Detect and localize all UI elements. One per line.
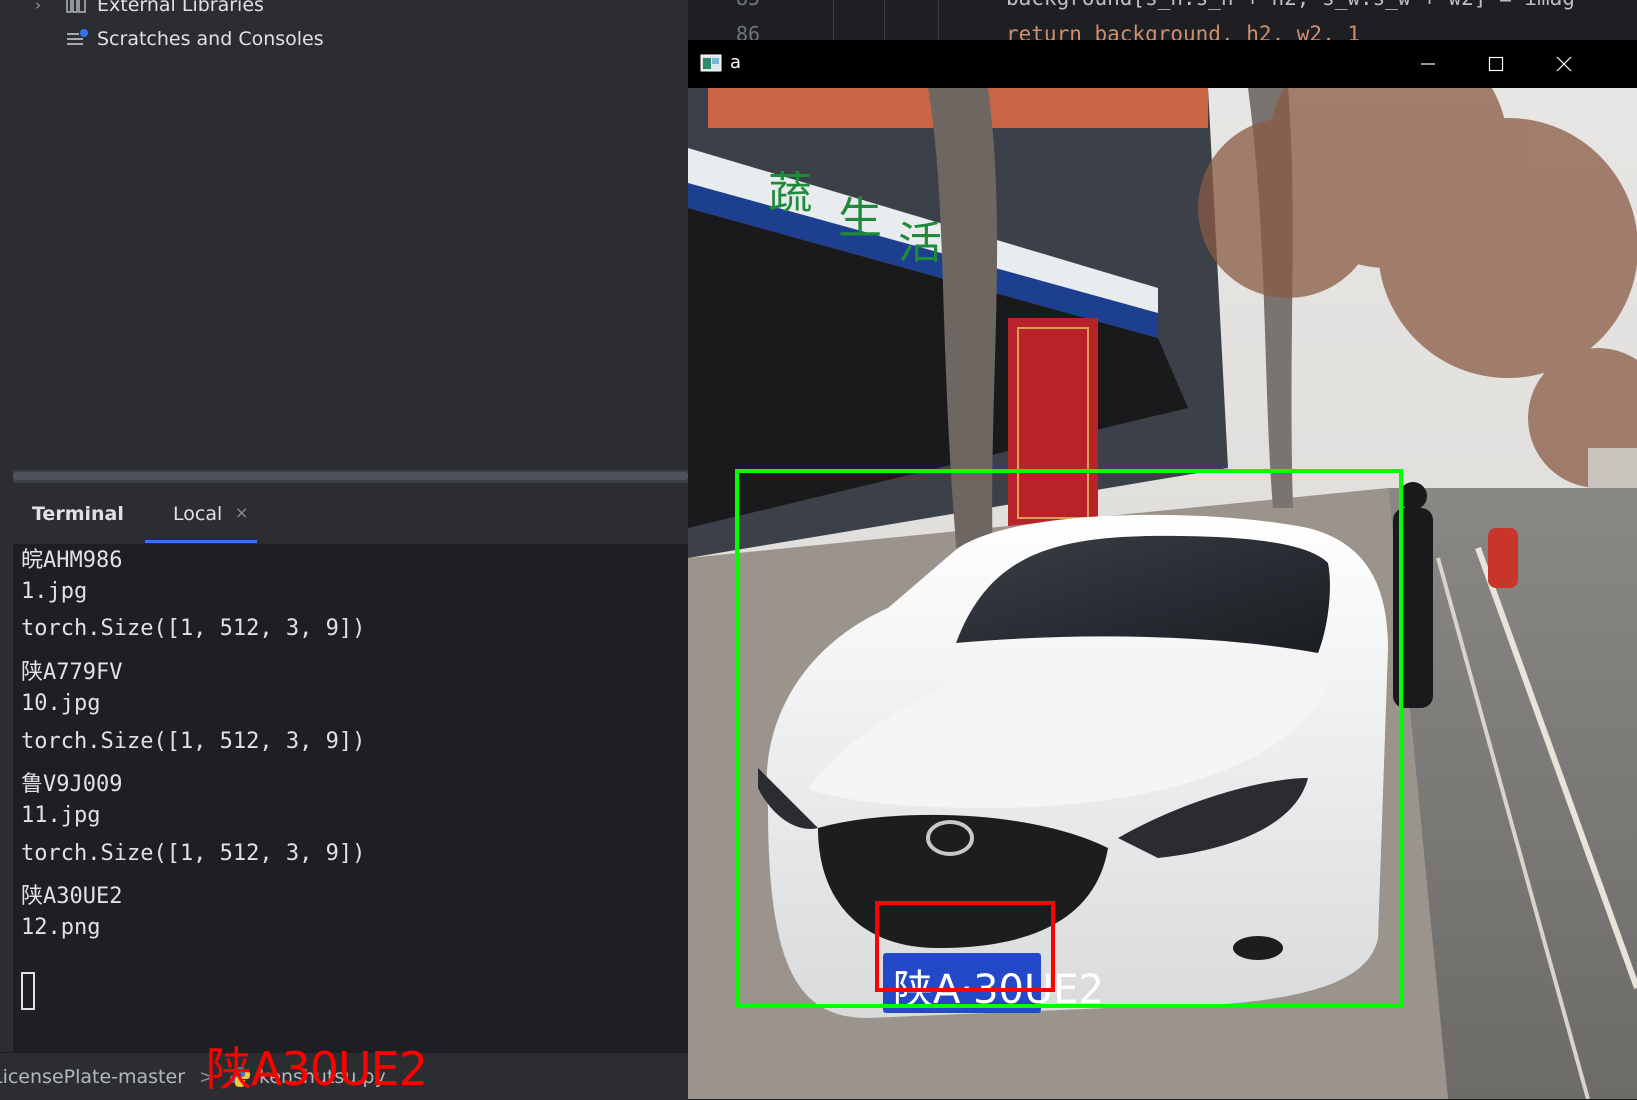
street-photo: 蔬 生 活 陕A·30UE2 — [688, 88, 1637, 1099]
svg-text:生: 生 — [838, 193, 882, 244]
tool-window-strip — [0, 0, 14, 1052]
image-window[interactable]: a 蔬 生 活 陕A·30UE2 — [688, 40, 1637, 1099]
tree-item-external-libraries[interactable]: › External Libraries — [35, 0, 264, 16]
terminal-line: 陕A30UE2 — [21, 884, 123, 909]
tree-item-label: External Libraries — [97, 0, 264, 16]
maximize-icon — [1488, 56, 1504, 72]
minimize-icon — [1421, 63, 1435, 65]
minimize-button[interactable] — [1394, 40, 1462, 88]
active-tab-indicator — [145, 540, 257, 543]
terminal-line: 鲁V9J009 — [21, 772, 123, 797]
terminal-output[interactable]: 皖AHM986 1.jpg torch.Size([1, 512, 3, 9])… — [13, 544, 688, 1052]
terminal-line: 陕A779FV — [21, 660, 123, 685]
detection-label: 陕A30UE2 — [206, 1042, 428, 1096]
terminal-line: torch.Size([1, 512, 3, 9]) — [21, 841, 366, 866]
terminal-line: 皖AHM986 — [21, 548, 123, 573]
scratches-icon — [67, 29, 88, 45]
close-icon[interactable]: × — [235, 503, 248, 522]
tree-item-label: Scratches and Consoles — [97, 28, 324, 50]
terminal-line: torch.Size([1, 512, 3, 9]) — [21, 729, 366, 754]
svg-text:活: 活 — [898, 218, 942, 269]
horizontal-scrollbar[interactable] — [13, 470, 688, 482]
terminal-header: Terminal Local × — [13, 482, 688, 545]
window-title: a — [730, 52, 742, 73]
app-icon — [700, 54, 722, 72]
tree-item-scratches[interactable]: Scratches and Consoles — [35, 28, 324, 50]
project-panel: › External Libraries Scratches and Conso… — [13, 0, 688, 470]
line-number: 85 — [736, 0, 760, 10]
image-canvas: 蔬 生 活 陕A·30UE2 — [688, 88, 1637, 1099]
code-editor[interactable]: 85 86 background[s_h:s_h + h2, s_w:s_w +… — [688, 0, 1637, 46]
maximize-button[interactable] — [1462, 40, 1530, 88]
window-titlebar[interactable]: a — [688, 40, 1637, 88]
terminal-title: Terminal — [32, 503, 124, 525]
terminal-cursor — [21, 972, 35, 1010]
close-icon — [1556, 56, 1572, 72]
terminal-line: 11.jpg — [21, 803, 101, 828]
terminal-line: 12.png — [21, 915, 101, 940]
breadcrumb-project[interactable]: LicensePlate-master — [0, 1066, 185, 1088]
tab-local[interactable]: Local × — [145, 483, 260, 543]
terminal-line: torch.Size([1, 512, 3, 9]) — [21, 616, 366, 641]
terminal-line: 1.jpg — [21, 579, 88, 604]
chevron-right-icon[interactable]: › — [35, 0, 65, 14]
scrollbar-thumb[interactable] — [13, 472, 688, 480]
close-button[interactable] — [1530, 40, 1598, 88]
terminal-line: 10.jpg — [21, 691, 101, 716]
library-icon — [66, 0, 86, 13]
code-line: background[s_h:s_h + h2, s_w:s_w + w2] =… — [1006, 0, 1575, 10]
tab-label: Local — [173, 503, 223, 525]
svg-text:蔬: 蔬 — [768, 168, 812, 219]
